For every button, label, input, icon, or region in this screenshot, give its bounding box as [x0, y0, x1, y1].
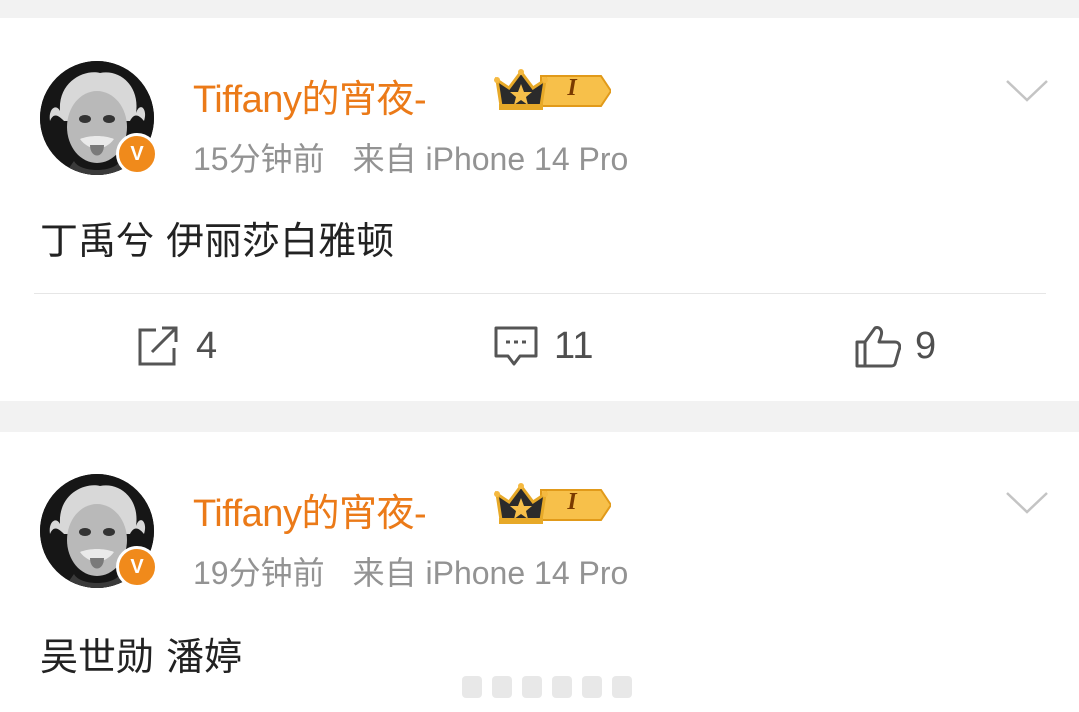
post-meta: 15分钟前 来自 iPhone 14 Pro — [193, 134, 628, 180]
level-badge-label: I — [567, 489, 577, 515]
verified-icon: V — [116, 546, 158, 588]
chevron-down-icon[interactable] — [1005, 490, 1049, 516]
crown-icon — [494, 483, 611, 524]
avatar[interactable]: V — [40, 61, 158, 175]
crown-icon — [494, 69, 611, 110]
repost-icon — [138, 326, 178, 366]
chevron-down-icon[interactable] — [1005, 78, 1049, 104]
repost-count: 4 — [196, 324, 218, 367]
like-count: 9 — [915, 324, 937, 367]
post-source: 来自 iPhone 14 Pro — [352, 141, 629, 177]
avatar[interactable]: V — [40, 474, 158, 588]
post-content: 丁禹兮 伊丽莎白雅顿 — [40, 219, 395, 263]
repost-button[interactable]: 4 — [134, 324, 217, 368]
username[interactable]: Tiffany的宵夜- — [193, 68, 427, 123]
verified-icon: V — [116, 133, 158, 175]
divider — [34, 293, 1046, 294]
like-icon — [855, 326, 901, 368]
post-content: 吴世勋 潘婷 — [40, 635, 243, 679]
comment-button[interactable]: 11 — [492, 324, 593, 368]
post-source: 来自 iPhone 14 Pro — [352, 555, 629, 591]
post-card[interactable]: V Tiffany的宵夜- I 15分钟前 来自 iPhone 14 Pro 丁禹… — [0, 18, 1079, 401]
post-time: 19分钟前 — [193, 555, 325, 591]
comment-count: 11 — [554, 324, 594, 367]
comment-icon — [494, 326, 538, 366]
post-time: 15分钟前 — [193, 141, 325, 177]
level-badge-label: I — [567, 75, 577, 101]
watermark — [462, 672, 632, 702]
like-button[interactable]: 9 — [853, 324, 936, 368]
username[interactable]: Tiffany的宵夜- — [193, 482, 427, 537]
post-card[interactable]: V Tiffany的宵夜- I 19分钟前 来自 iPhone 14 Pro 吴世… — [0, 432, 1079, 712]
post-meta: 19分钟前 来自 iPhone 14 Pro — [193, 548, 628, 594]
